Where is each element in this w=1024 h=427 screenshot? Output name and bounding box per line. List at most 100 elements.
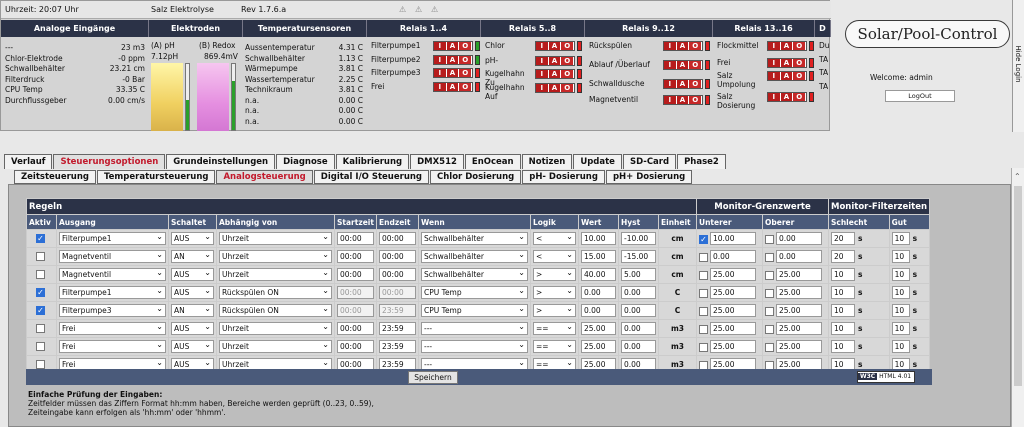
relais-switch[interactable]: IAO (767, 71, 807, 81)
iao-o-button[interactable]: O (689, 96, 703, 104)
hyst-input[interactable]: -15.00 (621, 250, 656, 263)
iao-o-button[interactable]: O (561, 42, 575, 50)
subtab-ph-dosierung[interactable]: pH+ Dosierung (605, 170, 693, 184)
hyst-input[interactable]: 0.00 (621, 322, 656, 335)
subtab-temperatursteuerung[interactable]: Temperatursteuerung (97, 170, 216, 184)
startzeit-input[interactable]: 00:00 (337, 340, 374, 353)
iao-a-button[interactable]: A (676, 80, 690, 88)
schlecht-input[interactable]: 10 (831, 304, 855, 317)
iao-i-button[interactable]: I (536, 42, 549, 50)
abhaengig-select[interactable]: Rückspülen ON (219, 285, 332, 299)
oberer-input[interactable]: 25.00 (776, 286, 822, 299)
schlecht-input[interactable]: 20 (831, 232, 855, 245)
endzeit-input[interactable]: 23:59 (379, 322, 416, 335)
oberer-checkbox[interactable] (765, 288, 774, 298)
tab-sd-card[interactable]: SD-Card (622, 154, 677, 169)
wert-input[interactable]: 10.00 (581, 232, 616, 245)
oberer-checkbox[interactable] (765, 252, 774, 262)
scroll-up-icon[interactable]: ⌃ (1014, 172, 1021, 181)
relais-switch[interactable]: IAO (663, 41, 703, 51)
unterer-input[interactable]: 25.00 (710, 340, 756, 353)
iao-i-button[interactable]: I (434, 56, 447, 64)
logik-select[interactable]: > (533, 303, 576, 317)
endzeit-input[interactable]: 23:59 (379, 304, 416, 317)
iao-i-button[interactable]: I (434, 42, 447, 50)
relais-switch[interactable]: IAO (663, 60, 703, 70)
unterer-checkbox[interactable]: ✓ (699, 234, 708, 244)
aktiv-checkbox[interactable] (36, 252, 45, 262)
unterer-checkbox[interactable] (699, 270, 708, 280)
startzeit-input[interactable]: 00:00 (337, 304, 374, 317)
iao-i-button[interactable]: I (664, 61, 677, 69)
startzeit-input[interactable]: 00:00 (337, 322, 374, 335)
iao-a-button[interactable]: A (676, 61, 690, 69)
schaltet-select[interactable]: AUS (171, 339, 214, 353)
iao-i-button[interactable]: I (536, 70, 549, 78)
iao-a-button[interactable]: A (446, 69, 460, 77)
logik-select[interactable]: == (533, 339, 576, 353)
save-button[interactable]: Speichern (408, 371, 458, 384)
iao-a-button[interactable]: A (780, 72, 794, 80)
iao-a-button[interactable]: A (780, 59, 794, 67)
iao-o-button[interactable]: O (793, 42, 807, 50)
iao-o-button[interactable]: O (561, 57, 575, 65)
oberer-checkbox[interactable] (765, 324, 774, 334)
relais-switch[interactable]: IAO (767, 58, 807, 68)
unterer-input[interactable]: 25.00 (710, 304, 756, 317)
aktiv-checkbox[interactable]: ✓ (36, 234, 45, 244)
relais-switch[interactable]: IAO (433, 55, 473, 65)
iao-i-button[interactable]: I (434, 69, 447, 77)
subtab-analogsteuerung[interactable]: Analogsteuerung (216, 170, 313, 184)
relais-switch[interactable]: IAO (535, 56, 575, 66)
startzeit-input[interactable]: 00:00 (337, 286, 374, 299)
tab-grundeinstellungen[interactable]: Grundeinstellungen (166, 154, 276, 169)
iao-o-button[interactable]: O (459, 69, 473, 77)
tab-steuerungsoptionen[interactable]: Steuerungsoptionen (53, 154, 166, 169)
schaltet-select[interactable]: AN (171, 249, 214, 263)
tab-kalibrierung[interactable]: Kalibrierung (335, 154, 410, 169)
abhaengig-select[interactable]: Uhrzeit (219, 267, 332, 281)
wenn-select[interactable]: --- (421, 321, 528, 335)
wert-input[interactable]: 25.00 (581, 340, 616, 353)
gut-input[interactable]: 10 (891, 268, 910, 281)
hyst-input[interactable]: 0.00 (621, 304, 656, 317)
abhaengig-select[interactable]: Uhrzeit (219, 249, 332, 263)
relais-switch[interactable]: IAO (767, 41, 807, 51)
gut-input[interactable]: 10 (891, 232, 910, 245)
iao-i-button[interactable]: I (768, 72, 781, 80)
iao-o-button[interactable]: O (561, 84, 575, 92)
relais-switch[interactable]: IAO (433, 68, 473, 78)
wenn-select[interactable]: Schwallbehälter (421, 231, 528, 245)
iao-o-button[interactable]: O (793, 72, 807, 80)
gut-input[interactable]: 10 (891, 286, 910, 299)
hyst-input[interactable]: 0.00 (621, 286, 656, 299)
unterer-input[interactable]: 0.00 (710, 250, 756, 263)
iao-a-button[interactable]: A (676, 96, 690, 104)
wert-input[interactable]: 40.00 (581, 268, 616, 281)
unterer-input[interactable]: 25.00 (710, 268, 756, 281)
tab-update[interactable]: Update (573, 154, 622, 169)
iao-i-button[interactable]: I (768, 42, 781, 50)
iao-i-button[interactable]: I (536, 57, 549, 65)
endzeit-input[interactable]: 00:00 (379, 232, 416, 245)
tab-diagnose[interactable]: Diagnose (276, 154, 335, 169)
hyst-input[interactable]: 0.00 (621, 340, 656, 353)
hyst-input[interactable]: 5.00 (621, 268, 656, 281)
relais-switch[interactable]: IAO (433, 41, 473, 51)
unterer-checkbox[interactable] (699, 306, 708, 316)
abhaengig-select[interactable]: Uhrzeit (219, 231, 332, 245)
unterer-checkbox[interactable] (699, 252, 708, 262)
iao-i-button[interactable]: I (434, 83, 447, 91)
iao-o-button[interactable]: O (561, 70, 575, 78)
relais-switch[interactable]: IAO (663, 95, 703, 105)
ausgang-select[interactable]: Filterpumpe1 (59, 285, 166, 299)
oberer-input[interactable]: 25.00 (776, 340, 822, 353)
unterer-checkbox[interactable] (699, 288, 708, 298)
schaltet-select[interactable]: AUS (171, 285, 214, 299)
iao-o-button[interactable]: O (459, 56, 473, 64)
iao-a-button[interactable]: A (780, 42, 794, 50)
gut-input[interactable]: 10 (891, 340, 910, 353)
schlecht-input[interactable]: 20 (831, 250, 855, 263)
wenn-select[interactable]: Schwallbehälter (421, 267, 528, 281)
wert-input[interactable]: 0.00 (581, 286, 616, 299)
